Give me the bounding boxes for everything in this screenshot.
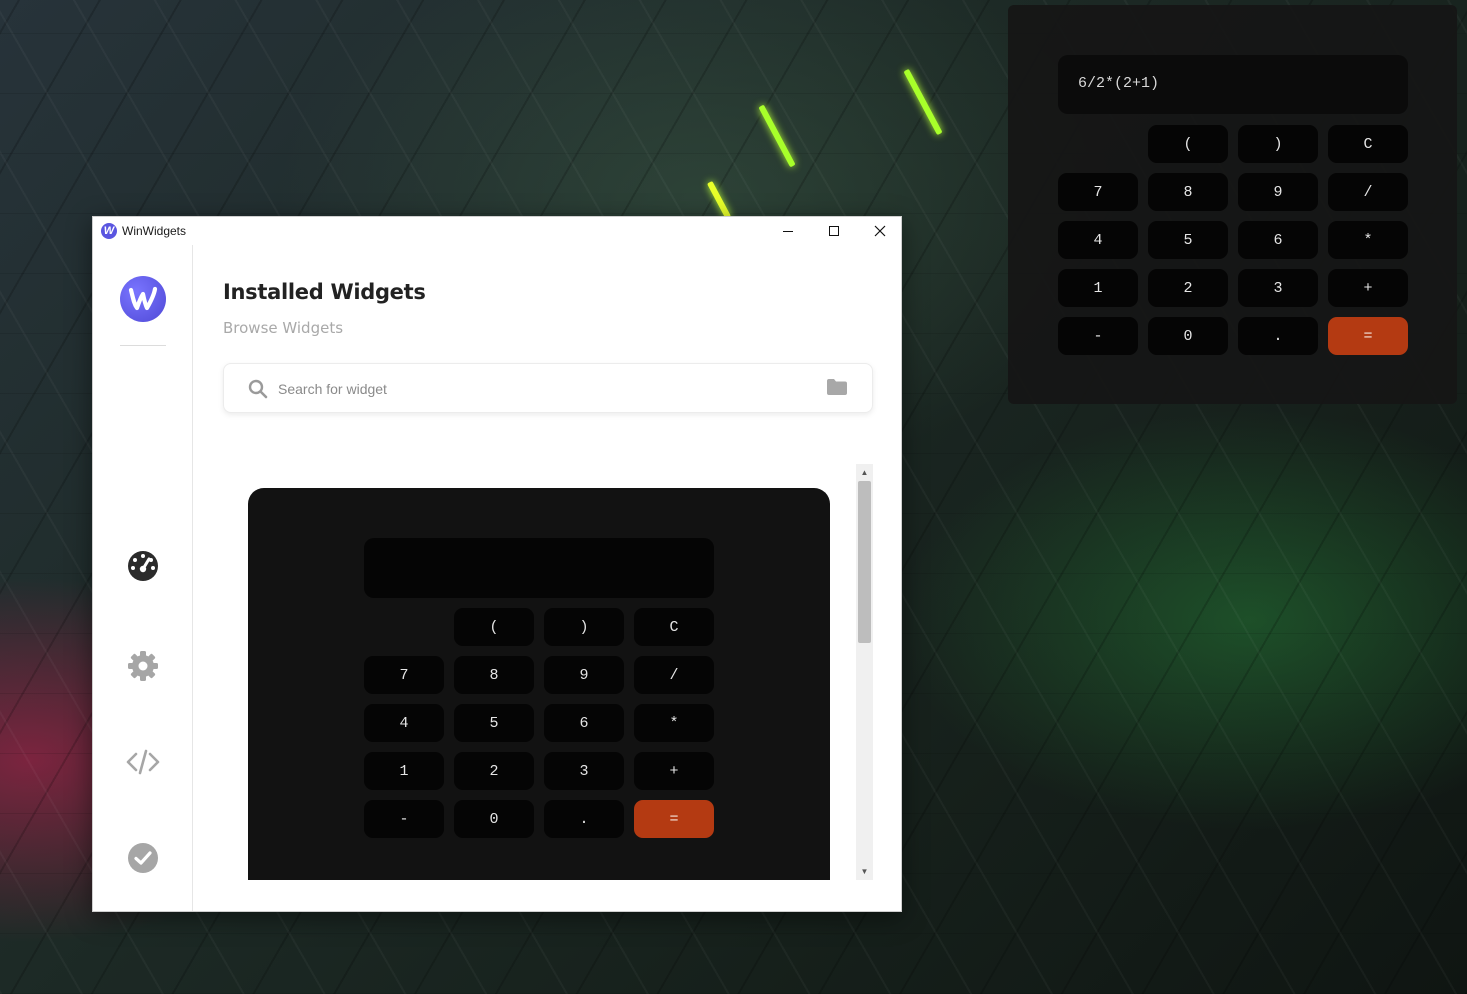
- sidebar-item-status[interactable]: [126, 841, 160, 875]
- app-title-icon-glyph: W: [103, 225, 115, 237]
- browse-widgets-link[interactable]: Browse Widgets: [223, 319, 343, 337]
- close-button[interactable]: [857, 217, 903, 245]
- check-circle-icon: [128, 843, 158, 873]
- calc-key-divide[interactable]: /: [634, 656, 714, 694]
- calc-key-close-paren[interactable]: ): [1238, 125, 1318, 163]
- folder-icon[interactable]: [826, 378, 848, 396]
- calc-key-open-paren[interactable]: (: [454, 608, 534, 646]
- calc-key-5[interactable]: 5: [1148, 221, 1228, 259]
- calc-key-spacer: [364, 608, 444, 646]
- sidebar-item-developer[interactable]: [126, 745, 160, 779]
- calc-key-0[interactable]: 0: [454, 800, 534, 838]
- calc-key-multiply[interactable]: *: [634, 704, 714, 742]
- calc-key-8[interactable]: 8: [454, 656, 534, 694]
- sidebar: [93, 245, 193, 911]
- calc-key-open-paren[interactable]: (: [1148, 125, 1228, 163]
- calc-key-close-paren[interactable]: ): [544, 608, 624, 646]
- preview-calculator-keypad: ( ) C 7 8 9 / 4 5 6 * 1 2 3 + - 0 . =: [364, 608, 714, 838]
- calc-key-1[interactable]: 1: [364, 752, 444, 790]
- calc-key-minus[interactable]: -: [364, 800, 444, 838]
- desktop-calculator-widget: 6/2*(2+1) ( ) C 7 8 9 / 4 5 6 * 1 2 3 + …: [1008, 5, 1457, 404]
- app-title-icon: W: [101, 223, 117, 239]
- search-bar: [223, 363, 873, 413]
- calc-key-multiply[interactable]: *: [1328, 221, 1408, 259]
- calc-key-plus[interactable]: +: [634, 752, 714, 790]
- calc-key-minus[interactable]: -: [1058, 317, 1138, 355]
- calc-key-3[interactable]: 3: [544, 752, 624, 790]
- scroll-thumb[interactable]: [858, 481, 871, 643]
- gear-icon: [128, 651, 158, 681]
- search-icon: [248, 379, 268, 399]
- calc-key-0[interactable]: 0: [1148, 317, 1228, 355]
- widget-preview-area: ( ) C 7 8 9 / 4 5 6 * 1 2 3 + - 0 . =: [248, 488, 831, 880]
- calc-key-equals[interactable]: =: [634, 800, 714, 838]
- calc-key-4[interactable]: 4: [364, 704, 444, 742]
- calc-key-spacer: [1058, 125, 1138, 163]
- dashboard-icon: [128, 551, 158, 581]
- calc-key-decimal[interactable]: .: [544, 800, 624, 838]
- preview-calculator-display: [364, 538, 714, 598]
- calc-key-1[interactable]: 1: [1058, 269, 1138, 307]
- sidebar-item-dashboard[interactable]: [126, 549, 160, 583]
- calc-key-5[interactable]: 5: [454, 704, 534, 742]
- minimize-icon: [783, 230, 793, 232]
- close-icon: [874, 225, 886, 237]
- title-bar[interactable]: W WinWidgets: [93, 217, 901, 245]
- search-input[interactable]: [278, 376, 798, 402]
- calc-key-3[interactable]: 3: [1238, 269, 1318, 307]
- calc-key-decimal[interactable]: .: [1238, 317, 1318, 355]
- sidebar-item-settings[interactable]: [126, 649, 160, 683]
- calc-key-6[interactable]: 6: [1238, 221, 1318, 259]
- calculator-keypad: ( ) C 7 8 9 / 4 5 6 * 1 2 3 + - 0 . =: [1058, 125, 1408, 355]
- calc-key-clear[interactable]: C: [634, 608, 714, 646]
- maximize-button[interactable]: [811, 217, 857, 245]
- winwidgets-window: W WinWidgets Installed Widgets Browse Wi…: [92, 216, 902, 912]
- window-title: WinWidgets: [122, 224, 187, 238]
- calc-key-divide[interactable]: /: [1328, 173, 1408, 211]
- calc-key-clear[interactable]: C: [1328, 125, 1408, 163]
- calc-key-9[interactable]: 9: [544, 656, 624, 694]
- calc-key-7[interactable]: 7: [364, 656, 444, 694]
- minimize-button[interactable]: [765, 217, 811, 245]
- calculator-widget-card[interactable]: ( ) C 7 8 9 / 4 5 6 * 1 2 3 + - 0 . =: [248, 488, 830, 880]
- scroll-up-arrow-icon[interactable]: ▲: [856, 464, 873, 481]
- vertical-scrollbar[interactable]: ▲ ▼: [856, 464, 873, 880]
- calculator-display: 6/2*(2+1): [1058, 55, 1408, 114]
- calc-key-2[interactable]: 2: [454, 752, 534, 790]
- calc-key-6[interactable]: 6: [544, 704, 624, 742]
- sidebar-divider: [120, 345, 166, 346]
- calc-key-4[interactable]: 4: [1058, 221, 1138, 259]
- calc-key-8[interactable]: 8: [1148, 173, 1228, 211]
- app-logo[interactable]: [120, 276, 166, 322]
- calc-key-7[interactable]: 7: [1058, 173, 1138, 211]
- calc-key-equals[interactable]: =: [1328, 317, 1408, 355]
- calc-key-9[interactable]: 9: [1238, 173, 1318, 211]
- scroll-down-arrow-icon[interactable]: ▼: [856, 863, 873, 880]
- logo-w-icon: [128, 286, 158, 311]
- maximize-icon: [829, 226, 839, 236]
- code-icon: [126, 749, 160, 775]
- page-title: Installed Widgets: [223, 280, 426, 304]
- calc-key-2[interactable]: 2: [1148, 269, 1228, 307]
- calc-key-plus[interactable]: +: [1328, 269, 1408, 307]
